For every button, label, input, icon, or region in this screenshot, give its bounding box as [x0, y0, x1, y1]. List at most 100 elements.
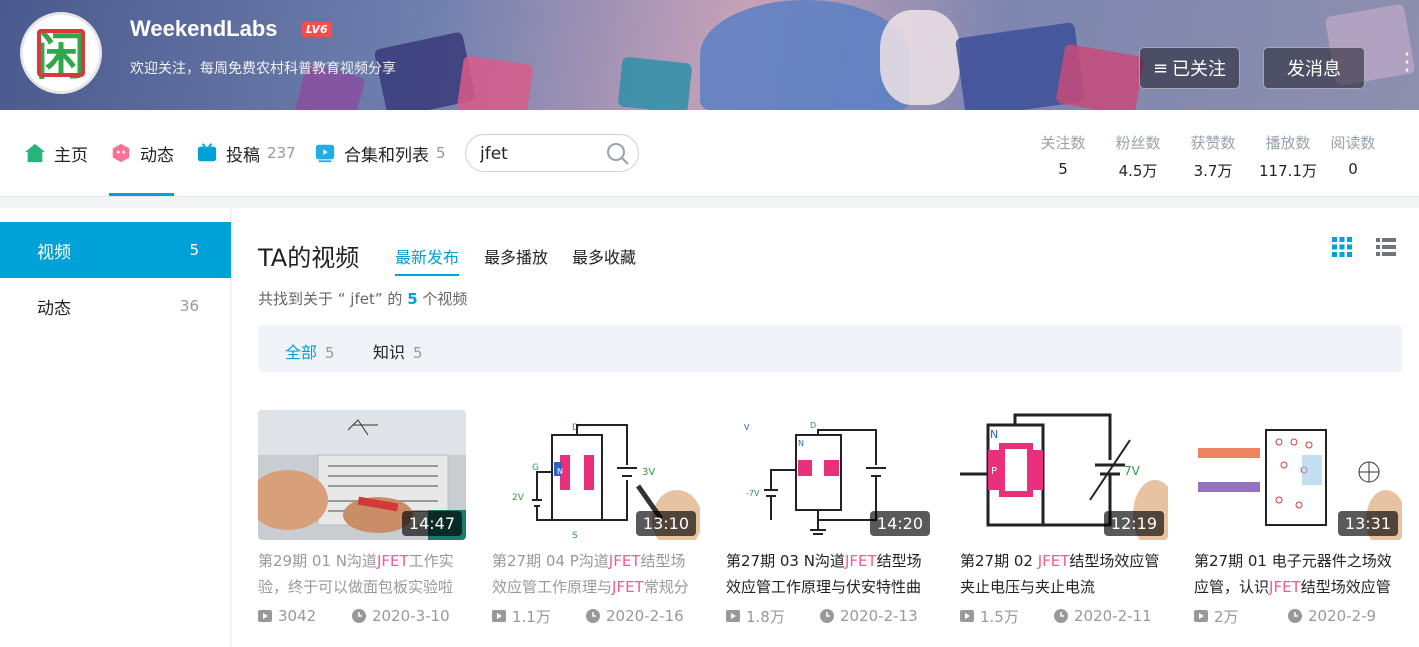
sidebar: 视频 5 动态 36: [0, 208, 231, 647]
user-avatar[interactable]: 闲: [20, 12, 102, 94]
stat-value: 4.5万: [1118, 162, 1158, 180]
play-count-value: 3042: [278, 607, 317, 625]
video-title[interactable]: 第27期 04 P沟道JFET结型场效应管工作原理与JFET常规分: [492, 548, 700, 600]
stat-label: 获赞数: [1190, 134, 1236, 152]
nav-contribute[interactable]: 投稿 237: [196, 140, 296, 166]
stat-value: 3.7万: [1193, 162, 1233, 180]
video-duration: 13:10: [635, 511, 696, 536]
stat-value: 0: [1348, 160, 1358, 178]
order-most-played[interactable]: 最多播放: [484, 244, 548, 268]
video-thumbnail[interactable]: 13:31: [1194, 410, 1402, 540]
stat-item[interactable]: 播放数 117.1万: [1250, 132, 1326, 181]
play-count-icon: [258, 610, 272, 622]
username[interactable]: WeekendLabs: [130, 16, 278, 42]
play-count: 2万: [1194, 606, 1288, 627]
video-title[interactable]: 第27期 02 JFET结型场效应管夹止电压与夹止电流: [960, 548, 1168, 600]
category-filter: 全部 5 知识 5: [258, 325, 1402, 372]
stat-item[interactable]: 关注数 5: [1026, 132, 1100, 181]
title-part: 第27期 04 P沟道: [492, 552, 609, 570]
svg-text:D: D: [810, 421, 816, 430]
stat-value: 5: [1058, 160, 1068, 178]
level-badge: LV6: [302, 22, 332, 37]
profile-navbar: 主页 动态 投稿 237 合集和列表 5 关注数5粉丝数4.5万获赞数3.7万播…: [0, 110, 1419, 197]
nav-home[interactable]: 主页: [24, 140, 88, 166]
video-meta: 3042 2020-3-10: [258, 606, 466, 626]
follow-label: 已关注: [1172, 59, 1227, 80]
play-count-value: 2万: [1214, 607, 1239, 626]
user-sign: 欢迎关注，每周免费农村科普教育视频分享: [130, 61, 396, 77]
publish-date-value: 2020-2-13: [840, 607, 918, 625]
title-highlight: JFET: [612, 578, 644, 596]
tag-knowledge[interactable]: 知识 5: [373, 339, 423, 363]
video-card[interactable]: N D G S 2V 3V 13:10 第27期 04 P沟道JFET结型场效应…: [492, 410, 700, 626]
video-meta: 1.8万 2020-2-13: [726, 606, 934, 626]
svg-text:3V: 3V: [642, 467, 655, 478]
sidebar-item-label: 视频: [37, 242, 71, 263]
svg-text:2V: 2V: [512, 493, 525, 503]
clock-icon: [1288, 609, 1302, 623]
nav-active-indicator: [109, 193, 174, 196]
tag-label: 知识: [373, 343, 406, 362]
video-card[interactable]: N V D -7V 14:20 第27期 03 N沟道JFET结型场效应管工作原…: [726, 410, 934, 626]
user-stats: 关注数 5 粉丝数 4.5万 获赞数 3.7万 播放数 117.1万 阅读数 0: [1026, 132, 1380, 181]
nav-collections-count: 5: [436, 144, 446, 162]
play-count-value: 1.1万: [512, 607, 551, 626]
stat-item[interactable]: 阅读数 0: [1326, 132, 1380, 181]
result-prefix: 共找到关于 “ jfet” 的: [258, 290, 403, 308]
svg-text:N: N: [557, 467, 563, 476]
grid-view-icon[interactable]: [1331, 236, 1353, 258]
sidebar-item-videos[interactable]: 视频 5: [0, 222, 231, 278]
search-result-summary: 共找到关于 “ jfet” 的 5 个视频: [258, 288, 467, 309]
svg-text:-7V: -7V: [746, 489, 760, 498]
publish-date-value: 2020-3-10: [372, 607, 450, 625]
tag-all[interactable]: 全部 5: [285, 339, 335, 363]
svg-text:7V: 7V: [1124, 464, 1141, 478]
stat-item[interactable]: 粉丝数 4.5万: [1100, 132, 1176, 181]
publish-date: 2020-3-10: [352, 607, 450, 625]
search-input[interactable]: [480, 143, 600, 165]
publish-date-value: 2020-2-9: [1308, 607, 1377, 625]
video-card[interactable]: 14:47 第29期 01 N沟道JFET工作实验，终于可以做面包板实验啦 30…: [258, 410, 466, 626]
publish-date: 2020-2-9: [1288, 607, 1376, 625]
nav-contribute-label: 投稿: [226, 145, 260, 166]
video-title[interactable]: 第27期 01 电子元器件之场效应管，认识JFET结型场效应管: [1194, 548, 1402, 600]
search-box[interactable]: [465, 134, 639, 172]
video-thumbnail[interactable]: N D G S 2V 3V 13:10: [492, 410, 700, 540]
list-view-icon[interactable]: [1375, 236, 1397, 258]
sidebar-item-dynamic[interactable]: 动态 36: [0, 278, 231, 334]
svg-text:V: V: [744, 423, 750, 432]
title-highlight: JFET: [1269, 578, 1301, 596]
message-button[interactable]: 发消息: [1263, 47, 1365, 89]
more-dots-icon[interactable]: · · ·: [1402, 45, 1412, 83]
video-title[interactable]: 第29期 01 N沟道JFET工作实验，终于可以做面包板实验啦: [258, 548, 466, 600]
result-suffix: 个视频: [422, 290, 468, 308]
nav-dynamic[interactable]: 动态: [110, 140, 174, 166]
publish-date-value: 2020-2-16: [606, 607, 684, 625]
video-thumbnail[interactable]: 14:47: [258, 410, 466, 540]
svg-text:S: S: [572, 531, 578, 540]
video-duration: 12:19: [1103, 511, 1164, 536]
tag-count: 5: [325, 344, 335, 362]
stat-value: 117.1万: [1259, 162, 1317, 180]
nav-collections[interactable]: 合集和列表 5: [314, 140, 446, 166]
publish-date: 2020-2-13: [820, 607, 918, 625]
play-count-icon: [726, 610, 740, 622]
order-latest[interactable]: 最新发布: [395, 244, 460, 276]
tag-label: 全部: [285, 343, 318, 362]
search-icon[interactable]: [606, 142, 630, 166]
publish-date-value: 2020-2-11: [1074, 607, 1152, 625]
order-most-favorited[interactable]: 最多收藏: [572, 244, 636, 268]
video-card[interactable]: 13:31 第27期 01 电子元器件之场效应管，认识JFET结型场效应管 2万…: [1194, 410, 1402, 626]
video-thumbnail[interactable]: N V D -7V 14:20: [726, 410, 934, 540]
stat-label: 播放数: [1265, 134, 1311, 152]
tv-icon: [197, 143, 217, 162]
video-title[interactable]: 第27期 03 N沟道JFET结型场效应管工作原理与伏安特性曲: [726, 548, 934, 600]
video-card[interactable]: N P 7V 12:19 第27期 02 JFET结型场效应管夹止电压与夹止电流…: [960, 410, 1168, 626]
follow-button[interactable]: ≡ 已关注: [1139, 47, 1240, 89]
video-thumbnail[interactable]: N P 7V 12:19: [960, 410, 1168, 540]
stat-item[interactable]: 获赞数 3.7万: [1176, 132, 1250, 181]
clock-icon: [1054, 609, 1068, 623]
clock-icon: [352, 609, 366, 623]
title-highlight: JFET: [844, 552, 877, 570]
title-part: 常规分: [643, 578, 689, 596]
